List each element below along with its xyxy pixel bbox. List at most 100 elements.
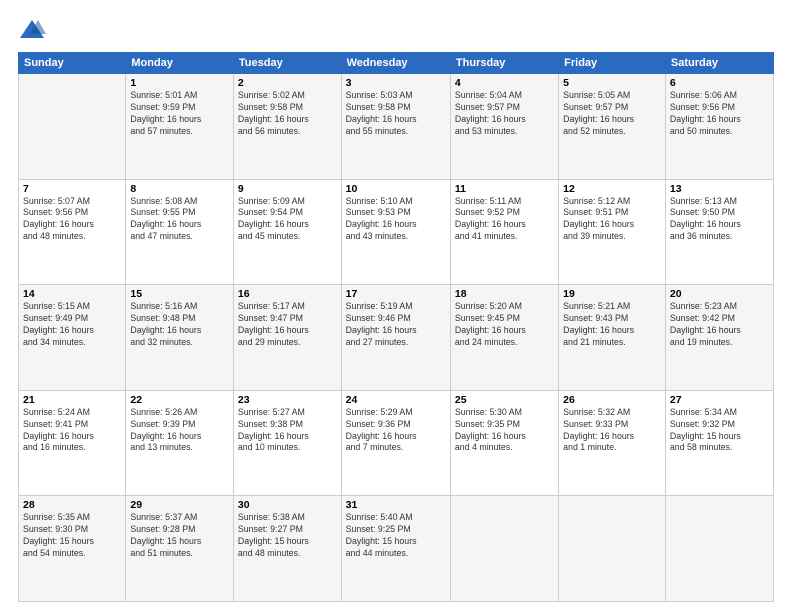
day-number: 6 <box>670 77 769 89</box>
day-number: 27 <box>670 394 769 406</box>
calendar-week-row: 14Sunrise: 5:15 AM Sunset: 9:49 PM Dayli… <box>19 285 774 391</box>
day-info: Sunrise: 5:07 AM Sunset: 9:56 PM Dayligh… <box>23 196 121 244</box>
day-info: Sunrise: 5:37 AM Sunset: 9:28 PM Dayligh… <box>130 512 229 560</box>
day-number: 12 <box>563 183 661 195</box>
day-info: Sunrise: 5:26 AM Sunset: 9:39 PM Dayligh… <box>130 407 229 455</box>
logo <box>18 16 50 44</box>
day-number: 7 <box>23 183 121 195</box>
calendar-cell: 22Sunrise: 5:26 AM Sunset: 9:39 PM Dayli… <box>126 390 234 496</box>
day-info: Sunrise: 5:13 AM Sunset: 9:50 PM Dayligh… <box>670 196 769 244</box>
day-info: Sunrise: 5:09 AM Sunset: 9:54 PM Dayligh… <box>238 196 337 244</box>
day-info: Sunrise: 5:34 AM Sunset: 9:32 PM Dayligh… <box>670 407 769 455</box>
day-info: Sunrise: 5:38 AM Sunset: 9:27 PM Dayligh… <box>238 512 337 560</box>
logo-icon <box>18 16 46 44</box>
day-info: Sunrise: 5:16 AM Sunset: 9:48 PM Dayligh… <box>130 301 229 349</box>
day-number: 31 <box>346 499 446 511</box>
day-number: 2 <box>238 77 337 89</box>
day-number: 28 <box>23 499 121 511</box>
day-number: 19 <box>563 288 661 300</box>
calendar-cell: 26Sunrise: 5:32 AM Sunset: 9:33 PM Dayli… <box>559 390 666 496</box>
day-info: Sunrise: 5:10 AM Sunset: 9:53 PM Dayligh… <box>346 196 446 244</box>
calendar-week-row: 1Sunrise: 5:01 AM Sunset: 9:59 PM Daylig… <box>19 74 774 180</box>
day-number: 1 <box>130 77 229 89</box>
calendar-cell: 14Sunrise: 5:15 AM Sunset: 9:49 PM Dayli… <box>19 285 126 391</box>
day-number: 15 <box>130 288 229 300</box>
day-number: 18 <box>455 288 554 300</box>
calendar-cell: 4Sunrise: 5:04 AM Sunset: 9:57 PM Daylig… <box>450 74 558 180</box>
day-number: 11 <box>455 183 554 195</box>
calendar-header-row: SundayMondayTuesdayWednesdayThursdayFrid… <box>19 53 774 74</box>
calendar-cell: 5Sunrise: 5:05 AM Sunset: 9:57 PM Daylig… <box>559 74 666 180</box>
calendar-cell: 24Sunrise: 5:29 AM Sunset: 9:36 PM Dayli… <box>341 390 450 496</box>
calendar-cell: 7Sunrise: 5:07 AM Sunset: 9:56 PM Daylig… <box>19 179 126 285</box>
day-number: 4 <box>455 77 554 89</box>
calendar-cell <box>559 496 666 602</box>
header <box>18 16 774 44</box>
weekday-header: Monday <box>126 53 234 74</box>
day-number: 16 <box>238 288 337 300</box>
calendar-cell: 12Sunrise: 5:12 AM Sunset: 9:51 PM Dayli… <box>559 179 666 285</box>
calendar-cell: 6Sunrise: 5:06 AM Sunset: 9:56 PM Daylig… <box>665 74 773 180</box>
calendar-cell: 16Sunrise: 5:17 AM Sunset: 9:47 PM Dayli… <box>233 285 341 391</box>
weekday-header: Wednesday <box>341 53 450 74</box>
day-number: 26 <box>563 394 661 406</box>
calendar-cell: 17Sunrise: 5:19 AM Sunset: 9:46 PM Dayli… <box>341 285 450 391</box>
day-info: Sunrise: 5:27 AM Sunset: 9:38 PM Dayligh… <box>238 407 337 455</box>
day-info: Sunrise: 5:19 AM Sunset: 9:46 PM Dayligh… <box>346 301 446 349</box>
day-info: Sunrise: 5:15 AM Sunset: 9:49 PM Dayligh… <box>23 301 121 349</box>
day-info: Sunrise: 5:24 AM Sunset: 9:41 PM Dayligh… <box>23 407 121 455</box>
day-number: 23 <box>238 394 337 406</box>
calendar-cell: 30Sunrise: 5:38 AM Sunset: 9:27 PM Dayli… <box>233 496 341 602</box>
calendar-cell: 3Sunrise: 5:03 AM Sunset: 9:58 PM Daylig… <box>341 74 450 180</box>
weekday-header: Friday <box>559 53 666 74</box>
day-number: 8 <box>130 183 229 195</box>
day-info: Sunrise: 5:40 AM Sunset: 9:25 PM Dayligh… <box>346 512 446 560</box>
calendar-cell: 31Sunrise: 5:40 AM Sunset: 9:25 PM Dayli… <box>341 496 450 602</box>
calendar-cell <box>665 496 773 602</box>
day-info: Sunrise: 5:35 AM Sunset: 9:30 PM Dayligh… <box>23 512 121 560</box>
day-info: Sunrise: 5:04 AM Sunset: 9:57 PM Dayligh… <box>455 90 554 138</box>
calendar-cell: 1Sunrise: 5:01 AM Sunset: 9:59 PM Daylig… <box>126 74 234 180</box>
day-info: Sunrise: 5:23 AM Sunset: 9:42 PM Dayligh… <box>670 301 769 349</box>
day-number: 25 <box>455 394 554 406</box>
day-number: 14 <box>23 288 121 300</box>
calendar-cell: 27Sunrise: 5:34 AM Sunset: 9:32 PM Dayli… <box>665 390 773 496</box>
weekday-header: Tuesday <box>233 53 341 74</box>
day-number: 20 <box>670 288 769 300</box>
calendar-cell: 28Sunrise: 5:35 AM Sunset: 9:30 PM Dayli… <box>19 496 126 602</box>
weekday-header: Thursday <box>450 53 558 74</box>
calendar-cell: 2Sunrise: 5:02 AM Sunset: 9:58 PM Daylig… <box>233 74 341 180</box>
calendar-cell: 15Sunrise: 5:16 AM Sunset: 9:48 PM Dayli… <box>126 285 234 391</box>
day-number: 17 <box>346 288 446 300</box>
day-info: Sunrise: 5:03 AM Sunset: 9:58 PM Dayligh… <box>346 90 446 138</box>
day-number: 10 <box>346 183 446 195</box>
day-info: Sunrise: 5:12 AM Sunset: 9:51 PM Dayligh… <box>563 196 661 244</box>
page: SundayMondayTuesdayWednesdayThursdayFrid… <box>0 0 792 612</box>
day-number: 3 <box>346 77 446 89</box>
day-info: Sunrise: 5:11 AM Sunset: 9:52 PM Dayligh… <box>455 196 554 244</box>
day-info: Sunrise: 5:32 AM Sunset: 9:33 PM Dayligh… <box>563 407 661 455</box>
day-number: 9 <box>238 183 337 195</box>
calendar-cell: 10Sunrise: 5:10 AM Sunset: 9:53 PM Dayli… <box>341 179 450 285</box>
day-number: 24 <box>346 394 446 406</box>
day-info: Sunrise: 5:01 AM Sunset: 9:59 PM Dayligh… <box>130 90 229 138</box>
calendar-cell <box>450 496 558 602</box>
day-info: Sunrise: 5:17 AM Sunset: 9:47 PM Dayligh… <box>238 301 337 349</box>
calendar-cell <box>19 74 126 180</box>
calendar-cell: 8Sunrise: 5:08 AM Sunset: 9:55 PM Daylig… <box>126 179 234 285</box>
weekday-header: Sunday <box>19 53 126 74</box>
day-info: Sunrise: 5:02 AM Sunset: 9:58 PM Dayligh… <box>238 90 337 138</box>
calendar-cell: 29Sunrise: 5:37 AM Sunset: 9:28 PM Dayli… <box>126 496 234 602</box>
day-number: 22 <box>130 394 229 406</box>
day-info: Sunrise: 5:30 AM Sunset: 9:35 PM Dayligh… <box>455 407 554 455</box>
day-info: Sunrise: 5:20 AM Sunset: 9:45 PM Dayligh… <box>455 301 554 349</box>
calendar-week-row: 28Sunrise: 5:35 AM Sunset: 9:30 PM Dayli… <box>19 496 774 602</box>
calendar-cell: 21Sunrise: 5:24 AM Sunset: 9:41 PM Dayli… <box>19 390 126 496</box>
calendar-week-row: 21Sunrise: 5:24 AM Sunset: 9:41 PM Dayli… <box>19 390 774 496</box>
calendar-cell: 20Sunrise: 5:23 AM Sunset: 9:42 PM Dayli… <box>665 285 773 391</box>
weekday-header: Saturday <box>665 53 773 74</box>
calendar-table: SundayMondayTuesdayWednesdayThursdayFrid… <box>18 52 774 602</box>
day-number: 5 <box>563 77 661 89</box>
calendar-cell: 23Sunrise: 5:27 AM Sunset: 9:38 PM Dayli… <box>233 390 341 496</box>
day-number: 13 <box>670 183 769 195</box>
